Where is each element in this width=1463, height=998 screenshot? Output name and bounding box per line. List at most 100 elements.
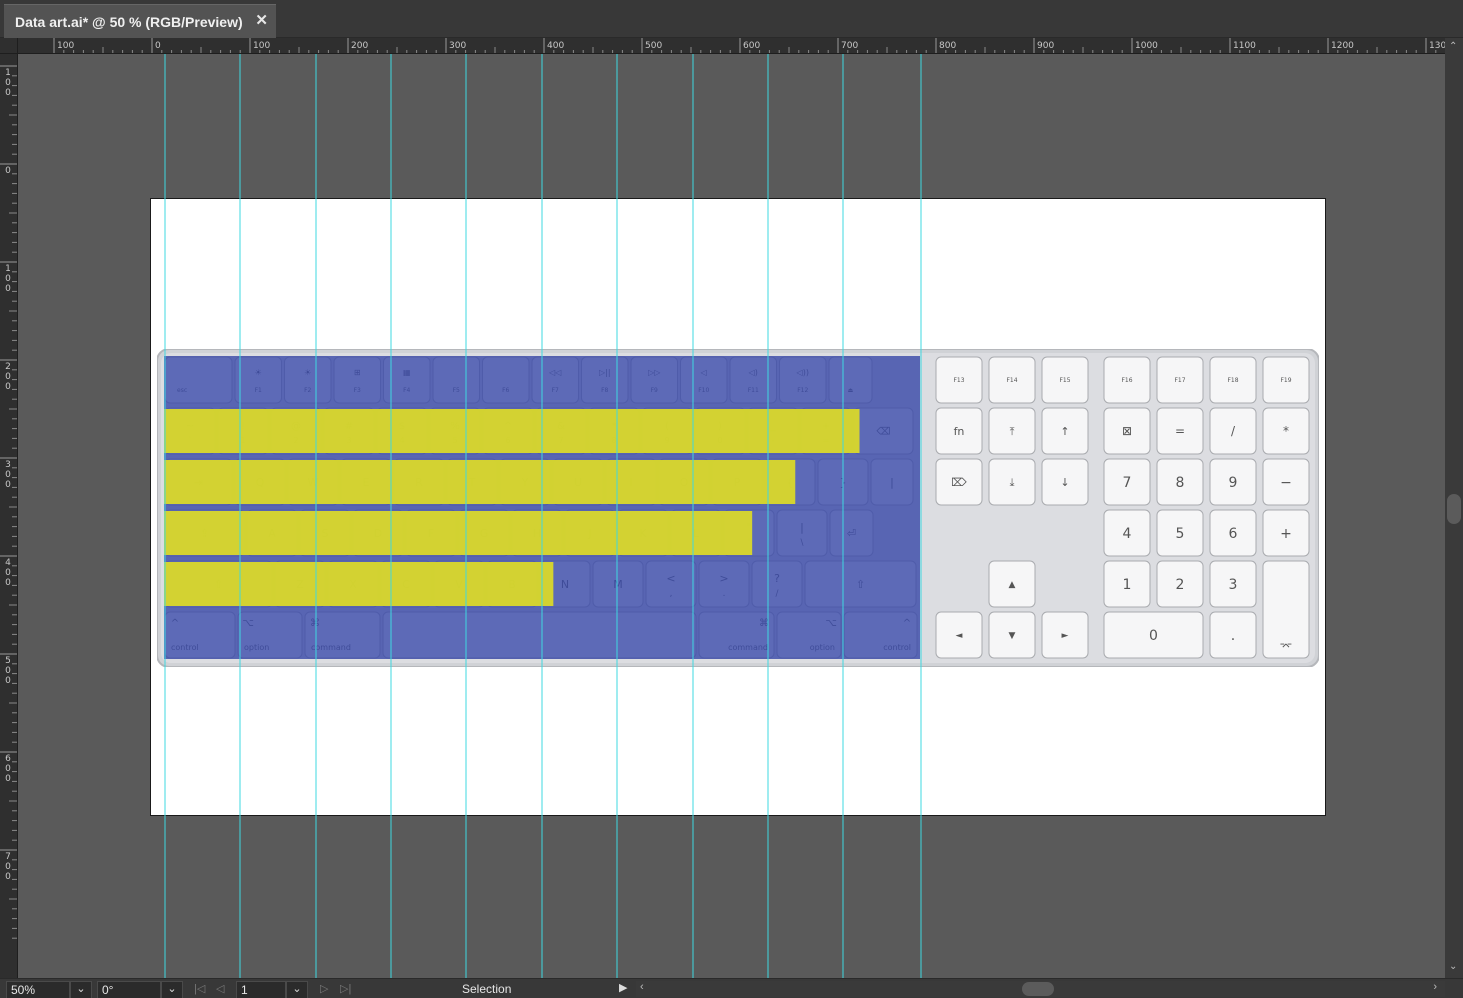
yellow-data-bar[interactable] (164, 562, 554, 606)
zoom-dropdown-icon[interactable]: ⌄ (70, 981, 92, 998)
ruler-label: 7 (5, 852, 11, 862)
last-artboard-icon[interactable]: ▷| (340, 981, 351, 997)
ruler-label: 0 (5, 872, 11, 882)
keypad-key[interactable]: 9 (1209, 458, 1257, 506)
ruler-label: 0 (5, 88, 11, 98)
previous-artboard-icon[interactable]: ◁ (216, 981, 224, 997)
document-canvas[interactable]: escF1☀F2☀F3⊞F4▦F5F6F7◁◁F8▷||F9▷▷F10◁F11◁… (18, 54, 1445, 978)
nav-function-key[interactable]: F14 (988, 356, 1036, 404)
ruler-label: 700 (841, 41, 858, 51)
ruler-label: 0 (5, 480, 11, 490)
nav-key[interactable]: ↓ (1041, 458, 1089, 506)
document-tab-bar: Data art.ai* @ 50 % (RGB/Preview) ✕ (0, 0, 1463, 38)
keypad-key[interactable]: 2 (1156, 560, 1204, 608)
keypad-function-key[interactable]: F19 (1262, 356, 1310, 404)
keypad-key[interactable]: * (1262, 407, 1310, 455)
nav-key[interactable]: ↑ (1041, 407, 1089, 455)
ruler-origin[interactable] (0, 38, 18, 54)
keypad-function-key[interactable]: F17 (1156, 356, 1204, 404)
yellow-data-bar[interactable] (164, 460, 796, 504)
document-tab[interactable]: Data art.ai* @ 50 % (RGB/Preview) ✕ (4, 4, 276, 38)
nav-key[interactable]: fn (935, 407, 983, 455)
key-label: + (1280, 526, 1292, 542)
rotation-field[interactable]: 0° (97, 981, 161, 998)
keypad-function-key[interactable]: F16 (1103, 356, 1151, 404)
vertical-ruler[interactable]: 1000100200300400500600700 (0, 54, 18, 978)
ruler-label: 0 (5, 372, 11, 382)
scroll-right-icon[interactable]: › (1433, 981, 1437, 993)
ruler-label: 0 (155, 41, 161, 51)
horizontal-scrollbar[interactable]: ‹ › (636, 981, 1445, 997)
ruler-label: 0 (5, 568, 11, 578)
ruler-label: 500 (645, 41, 662, 51)
enter-icon: ⌤ (1280, 640, 1293, 653)
nav-key[interactable]: ⤒ (988, 407, 1036, 455)
current-tool-label[interactable]: Selection (462, 982, 511, 996)
keyboard-artwork[interactable]: escF1☀F2☀F3⊞F4▦F5F6F7◁◁F8▷||F9▷▷F10◁F11◁… (157, 349, 1319, 667)
artboard-number-field[interactable]: 1 (236, 981, 286, 998)
key-label: ↓ (1060, 476, 1069, 489)
horizontal-ruler-ticks: 100 0 100 200 300 400 500 600 700 800 900 1000 1100 1… (53, 38, 1445, 53)
arrow-down-key[interactable]: ▼ (988, 611, 1036, 659)
key-label: 0 (1149, 628, 1158, 644)
keypad-key[interactable]: ⊠ (1103, 407, 1151, 455)
keypad-enter-key[interactable]: ⌤ (1262, 560, 1310, 659)
ruler-label: 3 (5, 460, 11, 470)
keypad-key[interactable]: 5 (1156, 509, 1204, 557)
artboard-dropdown-icon[interactable]: ⌄ (286, 981, 308, 998)
ruler-label: 0 (5, 578, 11, 588)
horizontal-scroll-thumb[interactable] (1022, 982, 1054, 996)
keypad-key[interactable]: / (1209, 407, 1257, 455)
keypad-key[interactable]: 3 (1209, 560, 1257, 608)
horizontal-ruler[interactable]: 100 0 100 200 300 400 500 600 700 800 900 1000 1100 1… (18, 38, 1445, 54)
keypad-key[interactable]: − (1262, 458, 1310, 506)
keypad-key[interactable]: 7 (1103, 458, 1151, 506)
keypad-decimal-key[interactable]: . (1209, 611, 1257, 659)
blue-overlay-rect[interactable] (164, 356, 920, 659)
key-label: F16 (1121, 377, 1132, 384)
artboard-number: 1 (241, 983, 248, 997)
ruler-label: 0 (5, 774, 11, 784)
key-label: . (1231, 628, 1235, 644)
arrow-left-key[interactable]: ◄ (935, 611, 983, 659)
key-label: fn (954, 425, 965, 438)
arrow-right-key[interactable]: ► (1041, 611, 1089, 659)
first-artboard-icon[interactable]: |◁ (194, 981, 205, 997)
ruler-label: 1000 (1135, 41, 1158, 51)
vertical-scroll-thumb[interactable] (1447, 494, 1461, 524)
key-label: 3 (1229, 577, 1238, 593)
close-tab-icon[interactable]: ✕ (255, 11, 268, 29)
nav-key[interactable]: ⤓ (988, 458, 1036, 506)
arrow-up-key[interactable]: ▲ (988, 560, 1036, 608)
ruler-label: 0 (5, 382, 11, 392)
nav-function-key[interactable]: F15 (1041, 356, 1089, 404)
status-menu-icon[interactable]: ▶ (619, 981, 627, 994)
keypad-key[interactable]: + (1262, 509, 1310, 557)
keypad-key[interactable]: = (1156, 407, 1204, 455)
yellow-data-bar[interactable] (164, 511, 753, 555)
yellow-data-bar[interactable] (164, 409, 860, 453)
key-label: ▲ (1009, 580, 1016, 590)
key-label: F14 (1006, 377, 1017, 384)
keypad-function-key[interactable]: F18 (1209, 356, 1257, 404)
scroll-left-icon[interactable]: ‹ (640, 981, 644, 993)
rotation-dropdown-icon[interactable]: ⌄ (161, 981, 183, 998)
ruler-label: 1 (5, 68, 11, 78)
nav-key[interactable]: ⌦ (935, 458, 983, 506)
keypad-zero-key[interactable]: 0 (1103, 611, 1204, 659)
keypad-key[interactable]: 8 (1156, 458, 1204, 506)
key-label: 7 (1123, 475, 1132, 491)
zoom-field[interactable]: 50% (6, 981, 70, 998)
scroll-down-icon[interactable]: ⌄ (1449, 961, 1457, 972)
vertical-scrollbar[interactable]: ⌃ ⌄ (1445, 38, 1463, 978)
scroll-up-icon[interactable]: ⌃ (1449, 41, 1457, 52)
keypad-key[interactable]: 4 (1103, 509, 1151, 557)
next-artboard-icon[interactable]: ▷ (320, 981, 328, 997)
ruler-label: 0 (5, 666, 11, 676)
keypad-key[interactable]: 6 (1209, 509, 1257, 557)
nav-function-key[interactable]: F13 (935, 356, 983, 404)
keypad-key[interactable]: 1 (1103, 560, 1151, 608)
ruler-label: 0 (5, 284, 11, 294)
key-label: F18 (1227, 377, 1238, 384)
ruler-label: 1100 (1233, 41, 1256, 51)
